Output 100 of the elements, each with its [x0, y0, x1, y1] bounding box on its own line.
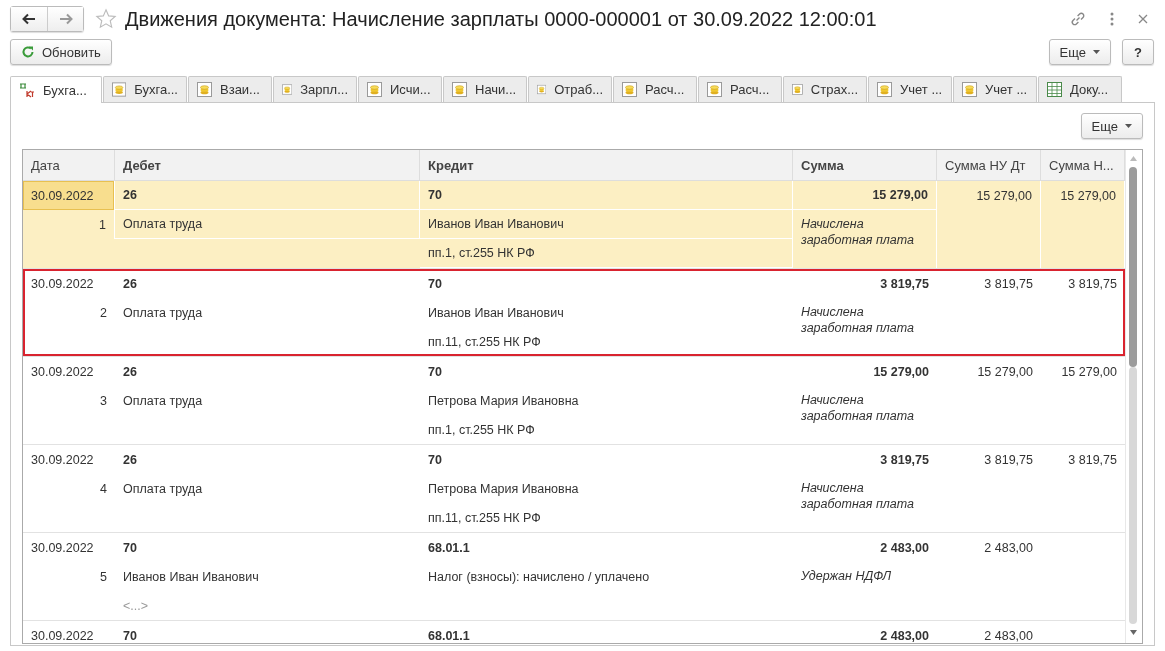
- table-cell-text: 26: [122, 451, 138, 469]
- coins-icon: [962, 82, 977, 97]
- table-cell-text: 3 819,75: [1067, 276, 1118, 293]
- column-header[interactable]: Кредит: [420, 150, 793, 180]
- more-button[interactable]: Еще: [1080, 113, 1143, 139]
- selected-row[interactable]: 30.09.2022 1 26 Оплата труда 70 Иванов Иван Иванович пп.1, ст.255 НК РФ 15 279,00 Начислена заработная плата 15 279,00 15 279,00: [23, 181, 1125, 269]
- table-cell-text: 68.01.1: [427, 539, 471, 557]
- tab[interactable]: Расч...: [613, 76, 697, 102]
- table-cell-text: Удержан НДФЛ: [800, 568, 893, 585]
- table-row[interactable]: 30.09.2022 3 26 Оплата труда 70 Петрова Мария Ивановна пп.1, ст.255 НК РФ 15 279,00 Начислена заработная плата 15 279,00 15 279,00: [23, 357, 1125, 445]
- caret-icon: [1125, 124, 1132, 128]
- table-cell-text: 2: [99, 304, 108, 322]
- table-cell-text: Начислена заработная плата: [800, 392, 915, 425]
- table-cell: пп.1, ст.255 НК РФ: [420, 239, 793, 268]
- coins-icon: [452, 82, 467, 97]
- table-cell-text: 70: [122, 539, 138, 557]
- table-cell-text: 4: [99, 480, 108, 498]
- window-title: Движения документа: Начисление зарплаты 0000-000001 от 30.09.2022 12:00:01: [125, 7, 877, 31]
- table-cell: Начислена заработная плата: [793, 210, 937, 268]
- table-cell-text: 3: [99, 392, 108, 410]
- table-cell-text: Иванов Иван Иванович: [122, 568, 260, 586]
- table-cell-text: 70: [427, 363, 443, 381]
- table-cell-text: Петрова Мария Ивановна: [427, 392, 580, 410]
- tab[interactable]: Бухга...: [10, 76, 102, 103]
- back-button[interactable]: [11, 7, 47, 31]
- table-cell-text: 3 819,75: [983, 276, 1034, 293]
- coins-icon: [707, 82, 722, 97]
- column-header[interactable]: Сумма Н...: [1041, 150, 1125, 180]
- table-cell-text: Оплата труда: [122, 304, 204, 322]
- table-cell-text: 70: [427, 275, 443, 293]
- close-icon[interactable]: [1137, 13, 1149, 25]
- table-cell-text: 2 483,00: [879, 627, 930, 643]
- table-cell-text: 70: [427, 451, 443, 469]
- table-cell: Оплата труда: [115, 210, 420, 239]
- table-cell-text: 15 279,00: [976, 364, 1034, 381]
- star-icon[interactable]: [95, 8, 117, 30]
- table-cell-text: Налог (взносы): начислено / уплачено: [427, 568, 651, 586]
- table-cell-text: 2 483,00: [879, 539, 930, 557]
- table-cell-text: 2 483,00: [983, 540, 1034, 557]
- column-header[interactable]: Сумма: [793, 150, 937, 180]
- table-cell-text: пп.11, ст.255 НК РФ: [427, 333, 542, 351]
- column-header[interactable]: Дата: [23, 150, 115, 180]
- more-button[interactable]: Еще: [1048, 39, 1112, 65]
- table-cell-text: 26: [122, 363, 138, 381]
- coins-icon: [282, 82, 293, 97]
- tab[interactable]: Страх...: [783, 76, 867, 102]
- tab[interactable]: Начи...: [443, 76, 527, 102]
- tab[interactable]: Доку...: [1038, 76, 1122, 102]
- coins-icon: [877, 82, 892, 97]
- highlight-frame[interactable]: 30.09.2022 2 26 Оплата труда 70 Иванов Иван Иванович пп.11, ст.255 НК РФ 3 819,75 Начислена заработная плата 3 819,75 3 819,75: [23, 269, 1125, 357]
- coins-icon: [112, 82, 127, 97]
- table-row[interactable]: 30.09.2022 5 70 Иванов Иван Иванович <...> 68.01.1 Налог (взносы): начислено / уплачено 2 483,00 Удержан НДФЛ 2 483,00: [23, 533, 1125, 621]
- table-cell-text: 3 819,75: [879, 275, 930, 293]
- table-row[interactable]: 30.09.2022 4 26 Оплата труда 70 Петрова Мария Ивановна пп.11, ст.255 НК РФ 3 819,75 Начислена заработная плата 3 819,75 3 819,75: [23, 445, 1125, 533]
- table-cell: 26: [115, 181, 420, 210]
- table-cell: 30.09.2022: [23, 181, 115, 210]
- table-cell-text: 30.09.2022: [30, 451, 95, 469]
- table-row[interactable]: 30.09.2022 70 68.01.1 2 483,00 2 483,00: [23, 621, 1125, 643]
- table-cell-text: 30.09.2022: [30, 275, 95, 293]
- tab[interactable]: Взаи...: [188, 76, 272, 102]
- table-cell-text: Начислена заработная плата: [800, 480, 915, 513]
- table-cell-text: 70: [122, 627, 138, 643]
- table-cell-text: <...>: [122, 597, 150, 615]
- table-cell-text: Иванов Иван Иванович: [427, 304, 565, 322]
- tab[interactable]: Учет ...: [868, 76, 952, 102]
- help-button[interactable]: ?: [1122, 39, 1154, 65]
- tab[interactable]: Исчи...: [358, 76, 442, 102]
- link-icon[interactable]: [1069, 10, 1087, 28]
- tab[interactable]: Отраб...: [528, 76, 612, 102]
- refresh-button[interactable]: Обновить: [10, 39, 112, 65]
- scrollbar[interactable]: [1125, 150, 1140, 643]
- table-cell-text: 3 819,75: [983, 452, 1034, 469]
- table-cell-text: 30.09.2022: [30, 539, 95, 557]
- back-arrow-icon: [22, 13, 36, 25]
- column-header[interactable]: Дебет: [115, 150, 420, 180]
- more-icon[interactable]: [1109, 11, 1115, 27]
- scroll-up-icon[interactable]: [1129, 156, 1137, 161]
- tab[interactable]: Расч...: [698, 76, 782, 102]
- tab[interactable]: Учет ...: [953, 76, 1037, 102]
- table-cell-text: пп.11, ст.255 НК РФ: [427, 509, 542, 527]
- table-cell-text: 26: [122, 275, 138, 293]
- table-cell-text: Оплата труда: [122, 480, 204, 498]
- column-header[interactable]: Сумма НУ Дт: [937, 150, 1041, 180]
- caret-icon: [1093, 50, 1101, 54]
- coins-icon: [537, 82, 547, 97]
- table-cell: 1: [23, 210, 115, 239]
- debit-credit-icon: [19, 82, 35, 98]
- tab[interactable]: Бухга...: [103, 76, 187, 102]
- refresh-icon: [21, 45, 35, 59]
- coins-icon: [197, 82, 212, 97]
- table-cell-text: 30.09.2022: [30, 363, 95, 381]
- coins-icon: [792, 82, 803, 97]
- table-cell-text: Петрова Мария Ивановна: [427, 480, 580, 498]
- forward-arrow-icon: [58, 13, 73, 25]
- table-cell: 15 279,00: [937, 181, 1041, 268]
- tab[interactable]: Зарпл...: [273, 76, 357, 102]
- table-cell: Иванов Иван Иванович: [420, 210, 793, 239]
- scroll-down-icon[interactable]: [1129, 630, 1137, 635]
- scroll-thumb[interactable]: [1129, 167, 1137, 367]
- table-cell-text: Оплата труда: [122, 392, 204, 410]
